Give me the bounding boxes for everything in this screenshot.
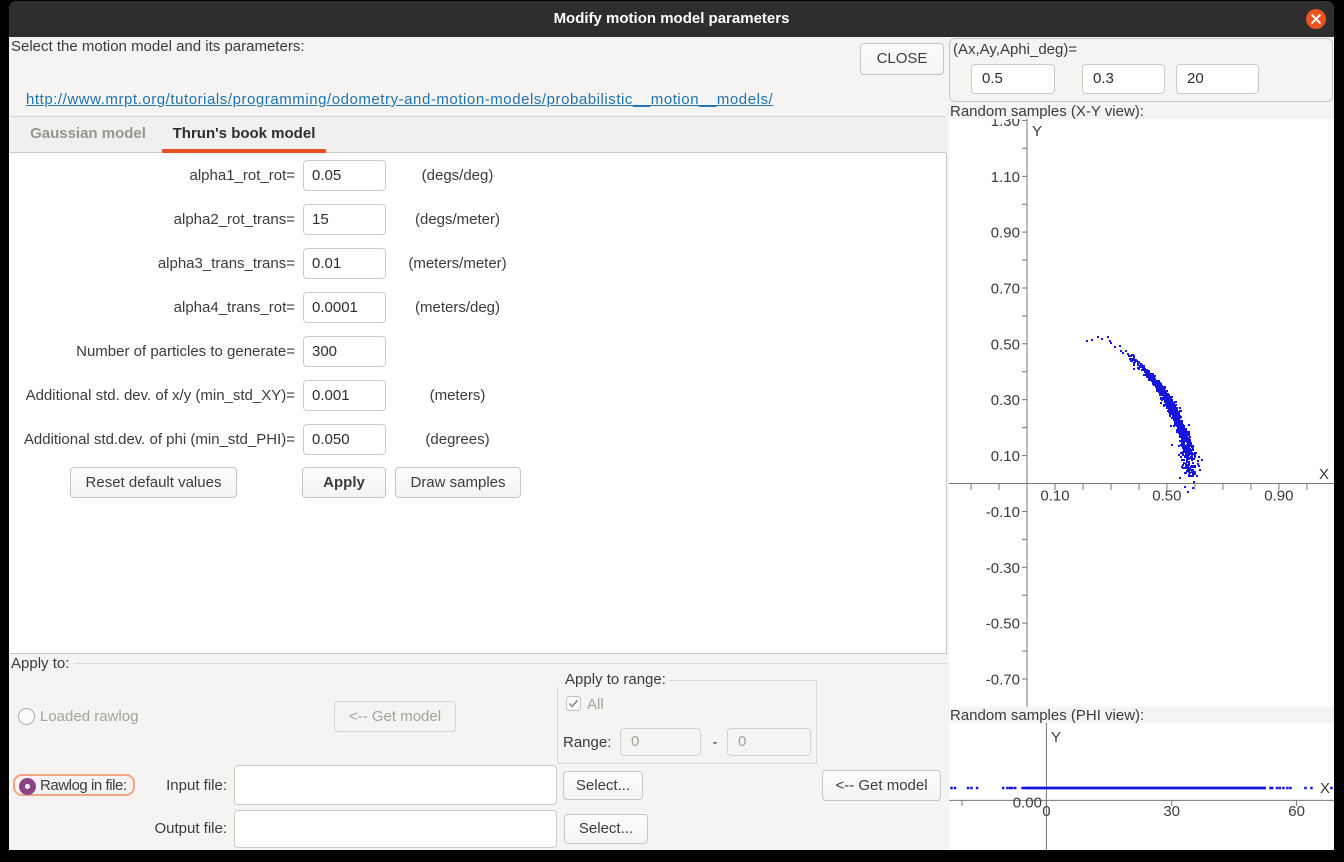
svg-text:0.70: 0.70 [991,281,1020,298]
svg-text:X: X [1320,780,1330,797]
svg-text:-0.10: -0.10 [986,504,1020,521]
svg-text:30: 30 [1163,803,1180,820]
svg-text:0.10: 0.10 [991,448,1020,465]
svg-text:0: 0 [1042,803,1050,820]
svg-text:Y: Y [1051,729,1061,746]
svg-text:Y: Y [1032,123,1042,140]
svg-text:0.50: 0.50 [1152,488,1181,505]
svg-text:1.10: 1.10 [991,169,1020,186]
svg-text:X: X [1319,466,1329,483]
svg-text:-0.70: -0.70 [986,672,1020,689]
svg-text:1.30: 1.30 [991,119,1020,130]
svg-text:0.10: 0.10 [1040,488,1069,505]
svg-text:-0.50: -0.50 [986,616,1020,633]
svg-text:60: 60 [1288,803,1305,820]
svg-text:0.00: 0.00 [1013,795,1042,812]
svg-text:0.30: 0.30 [991,392,1020,409]
svg-text:0.90: 0.90 [991,225,1020,242]
svg-text:0.50: 0.50 [991,336,1020,353]
svg-text:-0.30: -0.30 [986,560,1020,577]
svg-text:0.90: 0.90 [1264,488,1293,505]
